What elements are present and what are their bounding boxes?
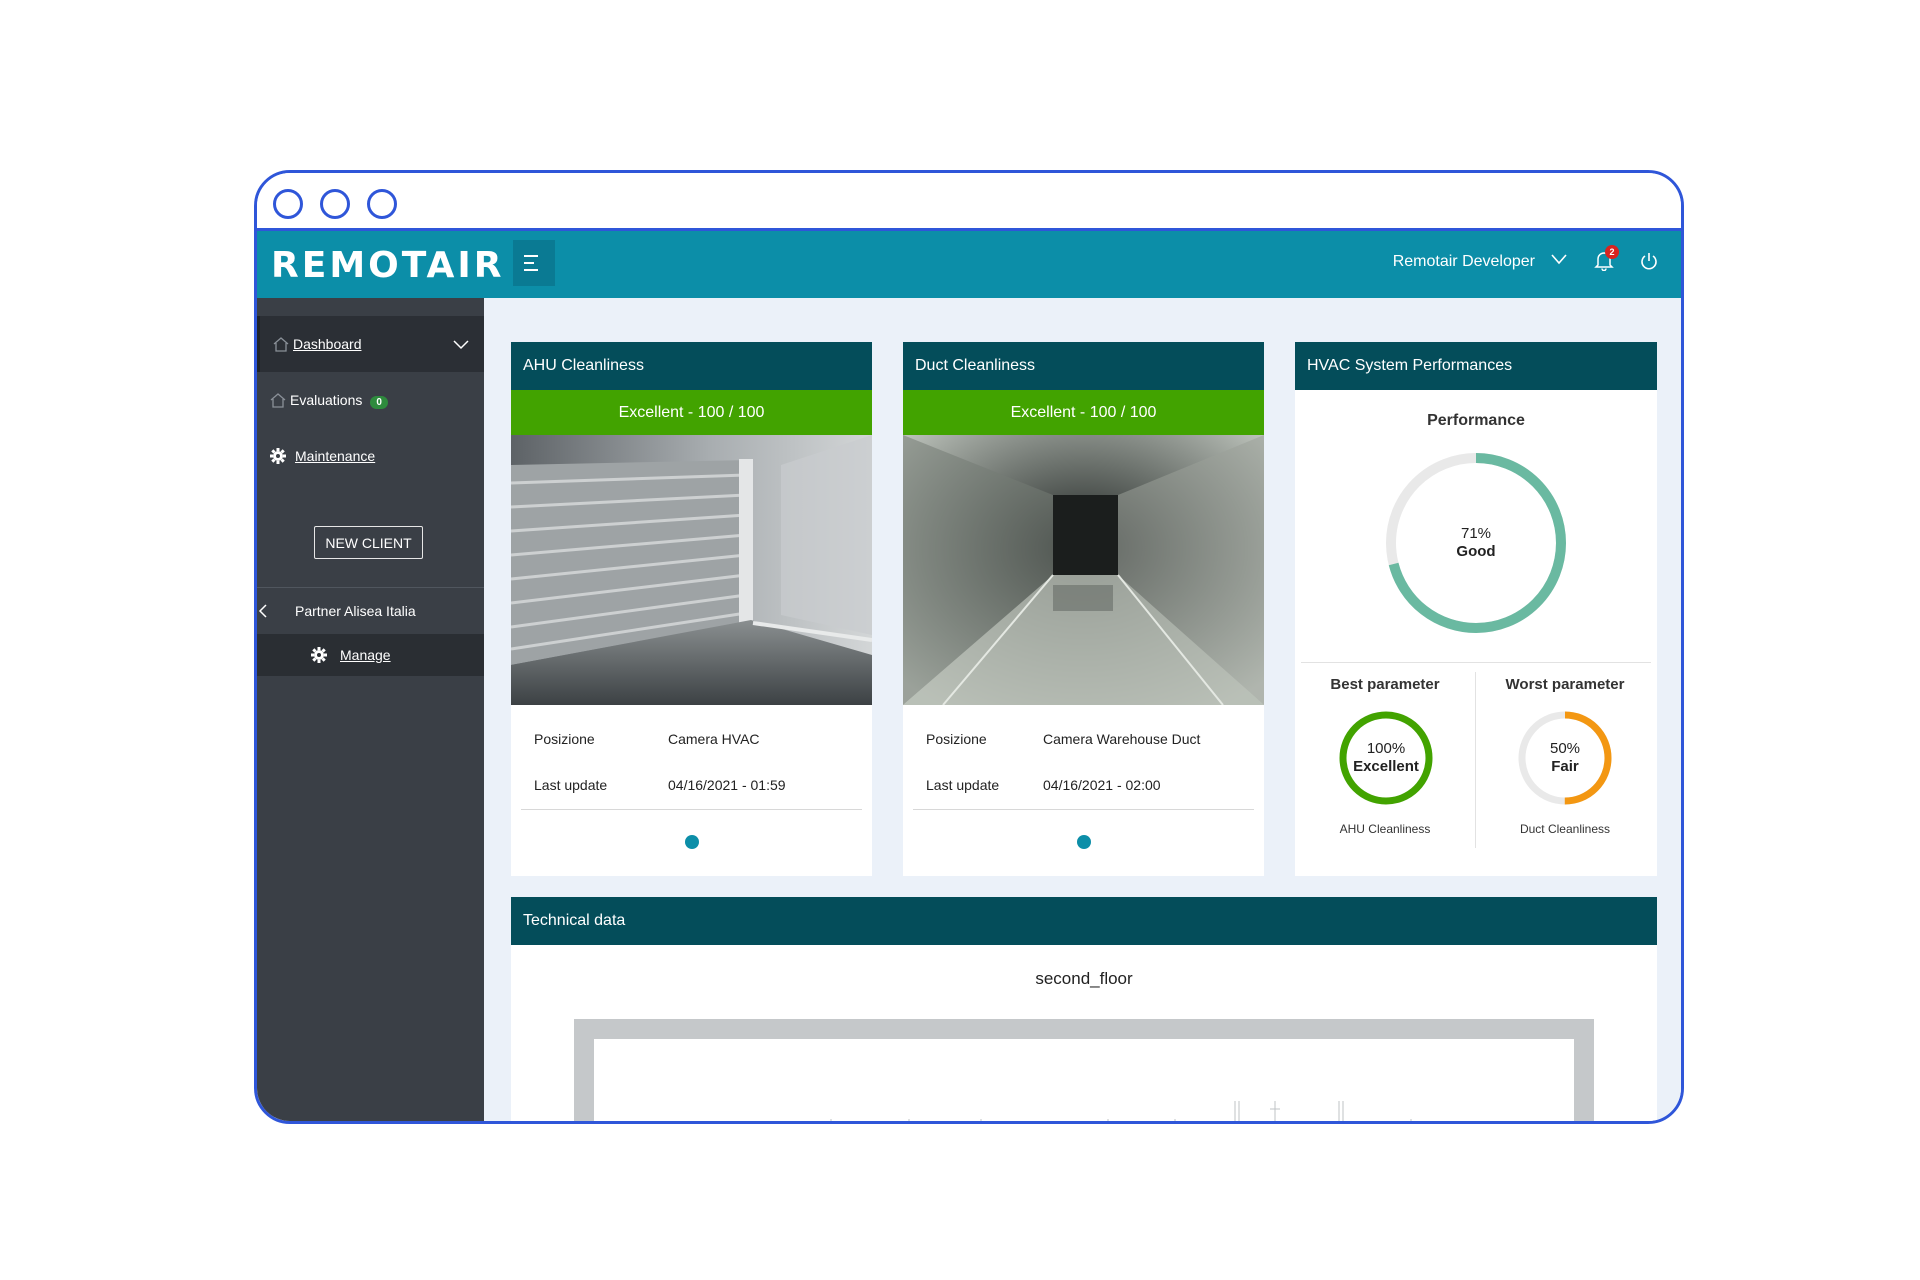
sidebar-item-label: Dashboard xyxy=(293,336,362,352)
card-title: Duct Cleanliness xyxy=(903,342,1264,390)
carousel-dot[interactable] xyxy=(684,835,699,849)
position-row: Posizione Camera Warehouse Duct xyxy=(903,717,1264,763)
performance-label: Good xyxy=(1456,543,1496,560)
window-chrome xyxy=(257,173,1681,231)
performance-readout: 71% Good xyxy=(1381,525,1571,561)
worst-percent: 50% xyxy=(1549,740,1581,757)
position-value: Camera Warehouse Duct xyxy=(1043,731,1201,747)
best-parameter-readout: 100% Excellent xyxy=(1337,740,1435,776)
update-value: 04/16/2021 - 01:59 xyxy=(668,777,786,793)
browser-window: REMOTAIR Remotair Developer 2 Dashboard xyxy=(254,170,1684,1124)
card-title: Technical data xyxy=(511,897,1657,945)
sidebar-item-maintenance[interactable]: Maintenance xyxy=(257,428,484,484)
user-name[interactable]: Remotair Developer xyxy=(1393,253,1535,271)
manage-label: Manage xyxy=(340,647,391,663)
hvac-performance-card: HVAC System Performances Performance 71%… xyxy=(1295,342,1657,876)
window-control-dot[interactable] xyxy=(320,189,350,219)
update-row: Last update 04/16/2021 - 01:59 xyxy=(511,763,872,809)
update-label: Last update xyxy=(926,777,1000,793)
main-content: AHU Cleanliness Excellent - 100 / 100 Po… xyxy=(484,298,1681,1124)
chevron-down-icon[interactable] xyxy=(1549,249,1569,269)
carousel-dot[interactable] xyxy=(1076,835,1091,849)
new-client-button[interactable]: NEW CLIENT xyxy=(314,526,423,559)
divider xyxy=(913,809,1254,810)
notification-badge: 2 xyxy=(1605,245,1619,259)
gear-icon xyxy=(270,448,286,464)
evaluations-count-badge: 0 xyxy=(370,395,388,409)
window-control-dot[interactable] xyxy=(273,189,303,219)
home-icon xyxy=(273,337,289,352)
position-label: Posizione xyxy=(534,731,595,747)
performance-percent: 71% xyxy=(1460,525,1492,542)
home-icon xyxy=(270,393,286,408)
ahu-camera-image[interactable] xyxy=(511,435,872,705)
status-bar: Excellent - 100 / 100 xyxy=(903,390,1264,435)
update-row: Last update 04/16/2021 - 02:00 xyxy=(903,763,1264,809)
card-title: HVAC System Performances xyxy=(1295,342,1657,390)
sidebar-item-manage[interactable]: Manage xyxy=(257,634,484,676)
evaluations-label: Evaluations xyxy=(290,391,363,408)
position-value: Camera HVAC xyxy=(668,731,760,747)
performance-title: Performance xyxy=(1427,412,1525,429)
floor-plan[interactable] xyxy=(574,1019,1594,1124)
window-control-dot[interactable] xyxy=(367,189,397,219)
sidebar-item-label: Evaluations 0 xyxy=(290,392,388,409)
worst-label: Fair xyxy=(1551,758,1579,775)
floor-name: second_floor xyxy=(1035,969,1133,988)
gear-icon xyxy=(311,647,327,663)
worst-parameter-readout: 50% Fair xyxy=(1516,740,1614,776)
worst-parameter-name: Duct Cleanliness xyxy=(1519,822,1611,836)
best-label: Excellent xyxy=(1353,758,1419,775)
position-row: Posizione Camera HVAC xyxy=(511,717,872,763)
divider xyxy=(1475,672,1476,848)
ahu-cleanliness-card: AHU Cleanliness Excellent - 100 / 100 Po… xyxy=(511,342,872,876)
technical-data-card: Technical data second_floor xyxy=(511,897,1657,1124)
sidebar-item-label: Maintenance xyxy=(295,448,376,464)
position-label: Posizione xyxy=(926,731,987,747)
status-bar: Excellent - 100 / 100 xyxy=(511,390,872,435)
best-percent: 100% xyxy=(1366,740,1406,757)
app-logo[interactable]: REMOTAIR xyxy=(271,245,504,286)
divider xyxy=(1301,662,1651,663)
top-bar: REMOTAIR Remotair Developer 2 xyxy=(257,231,1681,298)
chevron-down-icon[interactable] xyxy=(452,335,470,353)
divider xyxy=(521,809,862,810)
sidebar-item-dashboard[interactable]: Dashboard xyxy=(257,316,484,372)
duct-cleanliness-card: Duct Cleanliness Excellent - 100 / 100 P xyxy=(903,342,1264,876)
sidebar: Dashboard Evaluations 0 Maintenance NEW … xyxy=(257,298,484,1121)
update-label: Last update xyxy=(534,777,608,793)
best-parameter-title: Best parameter xyxy=(1330,676,1440,693)
sidebar-item-partner[interactable]: Partner Alisea Italia xyxy=(257,588,484,634)
update-value: 04/16/2021 - 02:00 xyxy=(1043,777,1161,793)
card-title: AHU Cleanliness xyxy=(511,342,872,390)
duct-camera-image[interactable] xyxy=(903,435,1264,705)
power-icon[interactable] xyxy=(1639,251,1659,271)
chevron-left-icon[interactable] xyxy=(257,602,271,620)
worst-parameter-title: Worst parameter xyxy=(1505,676,1625,693)
best-parameter-name: AHU Cleanliness xyxy=(1339,822,1431,836)
partner-label: Partner Alisea Italia xyxy=(295,603,416,619)
sidebar-item-evaluations[interactable]: Evaluations 0 xyxy=(257,372,484,428)
menu-toggle-button[interactable] xyxy=(513,240,555,286)
